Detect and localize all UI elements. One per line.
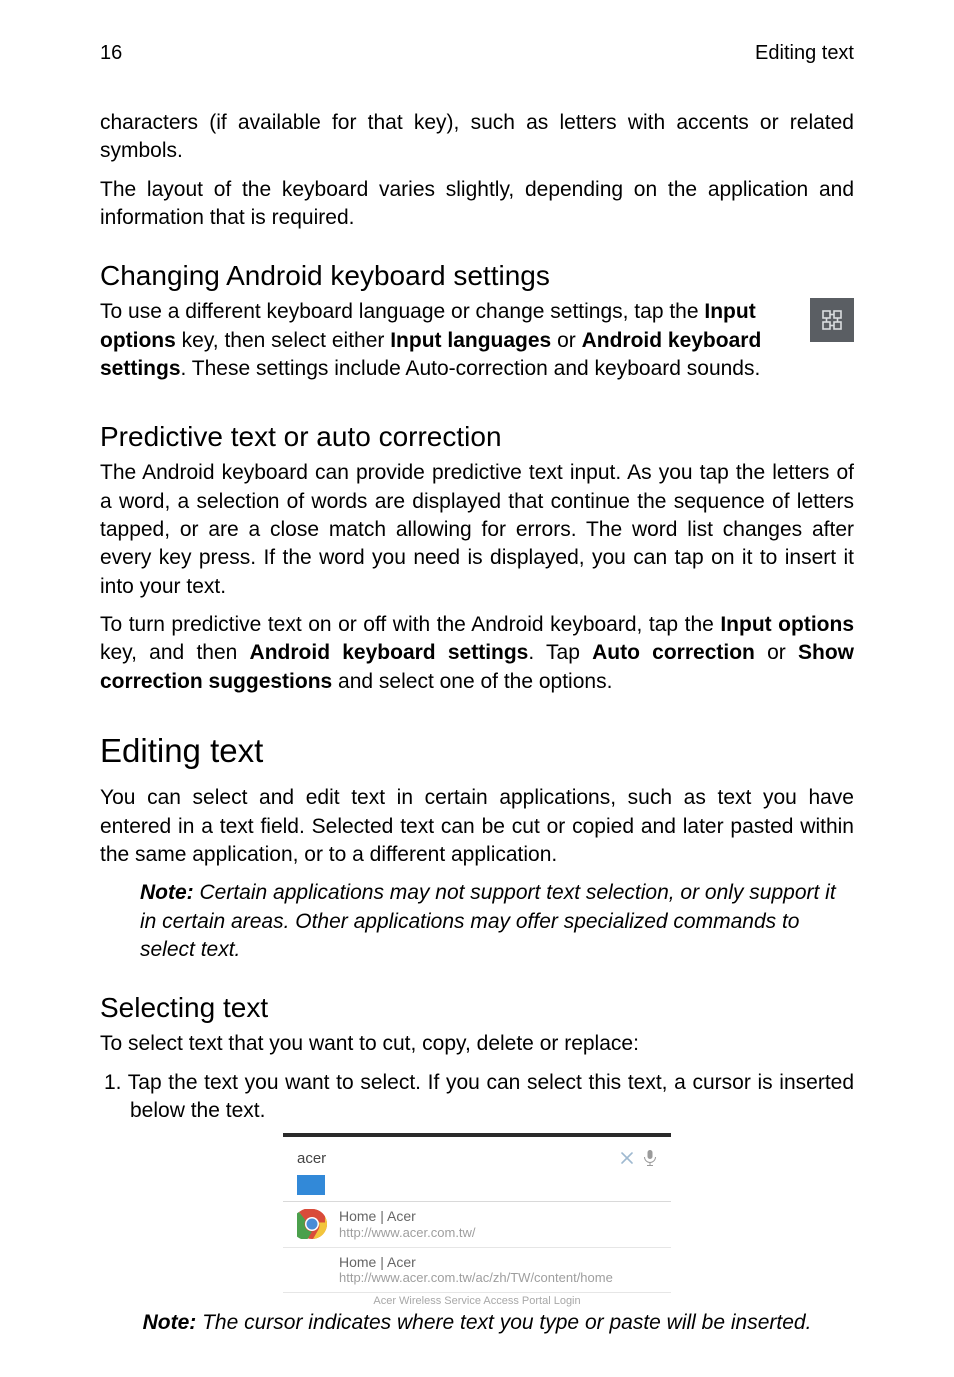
editing-paragraph: You can select and edit text in certain … [100,784,854,869]
screenshot: acer [100,1133,854,1307]
header-section-title: Editing text [755,42,854,65]
text-run: and select one of the options. [332,670,612,693]
heading-changing-keyboard: Changing Android keyboard settings [100,260,854,292]
text-run: key, then select either [176,329,390,352]
input-options-icon [810,298,854,342]
bold-run: Input languages [390,329,551,352]
page-header: 16 Editing text [100,42,854,65]
note-label: Note: [140,881,194,904]
note-body: Certain applications may not support tex… [140,881,836,961]
selecting-intro: To select text that you want to cut, cop… [100,1030,854,1058]
predictive-paragraph-1: The Android keyboard can provide predict… [100,459,854,601]
text-run: . Tap [528,641,592,664]
heading-predictive-text: Predictive text or auto correction [100,421,854,453]
heading-editing-text: Editing text [100,732,854,770]
heading-selecting-text: Selecting text [100,992,854,1024]
selection-cursor [297,1175,325,1195]
suggestion-url: http://www.acer.com.tw/ac/zh/TW/content/… [339,1270,613,1286]
list-body: Tap the text you want to select. If you … [128,1071,854,1122]
text-run: . These settings include Auto-correction… [181,357,761,380]
search-bar: acer [283,1137,671,1195]
text-run: To use a different keyboard language or … [100,300,704,323]
suggestion-item-2[interactable]: Home | Acer http://www.acer.com.tw/ac/zh… [283,1248,671,1293]
predictive-paragraph-2: To turn predictive text on or off with t… [100,611,854,696]
text-run: or [551,329,581,352]
note-label: Note: [143,1311,197,1334]
mic-icon[interactable] [643,1149,657,1167]
search-input-value[interactable]: acer [297,1150,326,1167]
note-2: Note: The cursor indicates where text yo… [100,1309,854,1337]
list-prefix: 1. [104,1071,128,1094]
intro-paragraph-2: The layout of the keyboard varies slight… [100,176,854,233]
chrome-icon [297,1209,327,1239]
bold-run: Auto correction [592,641,755,664]
bold-run: Input options [720,613,854,636]
suggestion-title: Home | Acer [339,1254,613,1271]
text-run: key, and then [100,641,250,664]
note-1: Note: Certain applications may not suppo… [140,879,854,964]
bold-run: Android keyboard settings [250,641,529,664]
page: 16 Editing text characters (if available… [0,0,954,1377]
suggestion-item-1[interactable]: Home | Acer http://www.acer.com.tw/ [283,1202,671,1247]
suggestion-url: http://www.acer.com.tw/ [339,1225,476,1241]
suggestion-item-3-cut: Acer Wireless Service Access Portal Logi… [283,1293,671,1307]
text-run: To turn predictive text on or off with t… [100,613,720,636]
intro-paragraph-1: characters (if available for that key), … [100,109,854,166]
browser-suggestions-panel: acer [283,1133,671,1307]
step-1: 1. Tap the text you want to select. If y… [100,1069,854,1126]
changing-keyboard-paragraph: To use a different keyboard language or … [100,298,854,383]
text-run: or [755,641,798,664]
note-body: The cursor indicates where text you type… [196,1311,811,1334]
page-number: 16 [100,42,122,65]
suggestion-title: Home | Acer [339,1208,476,1225]
close-icon[interactable] [619,1150,635,1166]
